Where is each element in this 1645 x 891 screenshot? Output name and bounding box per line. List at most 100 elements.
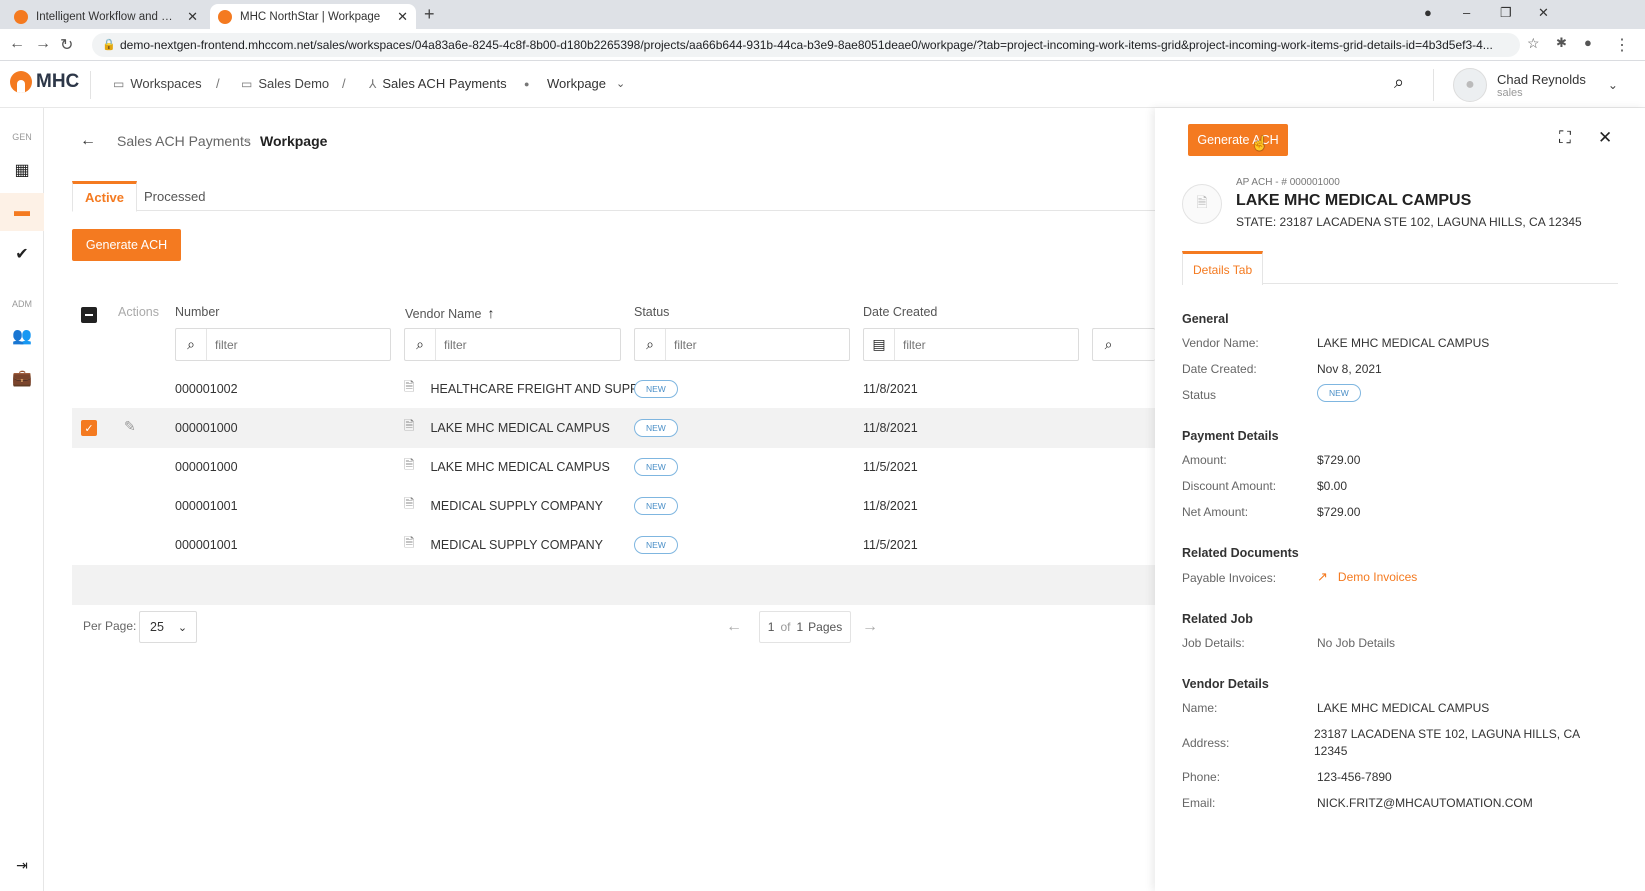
breadcrumb-label: Sales Demo: [258, 76, 330, 91]
date-filter-input[interactable]: [895, 337, 1045, 352]
date-created-value: Nov 8, 2021: [1317, 362, 1382, 376]
row-vendor: 🗎 LAKE MHC MEDICAL CAMPUS: [404, 408, 610, 448]
account-icon[interactable]: ●: [1584, 35, 1592, 50]
vendor-filter-input[interactable]: [436, 337, 586, 352]
forward-icon[interactable]: →: [35, 35, 51, 53]
status-badge: NEW: [634, 380, 678, 398]
divider: [90, 71, 91, 99]
close-icon[interactable]: ✕: [187, 9, 198, 25]
breadcrumb-label: Workspaces: [130, 76, 202, 91]
bookmark-star-icon[interactable]: ☆: [1527, 35, 1540, 52]
breadcrumb-separator: /: [216, 76, 220, 91]
reload-icon[interactable]: ↻: [60, 35, 73, 55]
number-filter: ⌕: [175, 328, 391, 361]
total-pages: 1: [796, 620, 804, 634]
back-icon[interactable]: ←: [9, 35, 25, 53]
table-row[interactable]: 000001001 🗎 MEDICAL SUPPLY COMPANY NEW 11…: [72, 486, 1155, 526]
rail-section-label: ADM: [12, 299, 32, 309]
back-arrow-icon[interactable]: ←: [80, 132, 96, 150]
pages-label: Pages: [808, 620, 843, 634]
phone-value: 123-456-7890: [1317, 770, 1392, 784]
edit-pencil-icon[interactable]: ✎: [124, 418, 136, 435]
table-row[interactable]: 000001000 🗎 LAKE MHC MEDICAL CAMPUS NEW 1…: [72, 447, 1155, 487]
browser-tab-title: Intelligent Workflow and Conten: [36, 10, 179, 23]
row-date: 11/8/2021: [863, 382, 918, 396]
select-all-checkbox[interactable]: [81, 307, 97, 323]
page-parent-link[interactable]: Sales ACH Payments: [117, 133, 251, 149]
main-content: ← Sales ACH Payments ● Workpage Active P…: [44, 108, 1155, 891]
table-row[interactable]: 000001002 🗎 HEALTHCARE FREIGHT AND SUPPLY…: [72, 369, 1155, 409]
status-filter-input[interactable]: [666, 337, 816, 352]
row-number: 000001001: [175, 499, 238, 513]
url-input[interactable]: 🔒 demo-nextgen-frontend.mhccom.net/sales…: [92, 33, 1520, 57]
title-separator-dot: ●: [245, 135, 251, 145]
breadcrumb-workpage-dropdown[interactable]: Workpage ⌄: [547, 76, 625, 91]
next-page-icon[interactable]: →: [862, 618, 878, 636]
generate-ach-button[interactable]: Generate ACH: [72, 229, 181, 261]
rail-section-label: GEN: [12, 132, 32, 142]
users-icon[interactable]: 👥: [0, 317, 44, 355]
table-row[interactable]: 000001001 🗎 MEDICAL SUPPLY COMPANY NEW 11…: [72, 525, 1155, 565]
row-vendor: 🗎 HEALTHCARE FREIGHT AND SUPPLY: [404, 369, 653, 409]
folder-icon[interactable]: ▬: [0, 193, 44, 231]
profile-indicator-icon[interactable]: ●: [1424, 5, 1432, 20]
panel-state-line: STATE: 23187 LACADENA STE 102, LAGUNA HI…: [1236, 215, 1582, 229]
vendor-name-value: LAKE MHC MEDICAL CAMPUS: [1317, 336, 1490, 350]
browser-tab[interactable]: Intelligent Workflow and Conten ✕: [6, 4, 206, 29]
window-close-icon[interactable]: ✕: [1538, 5, 1549, 21]
row-number: 000001000: [175, 421, 238, 435]
collapse-sidebar-icon[interactable]: ⇥: [0, 846, 44, 884]
breadcrumb-workspaces[interactable]: ▭ Workspaces: [113, 76, 202, 91]
column-header-vendor-name[interactable]: Vendor Name ↑: [405, 305, 494, 321]
status-badge: NEW: [634, 419, 678, 437]
row-checkbox-checked[interactable]: ✓: [81, 420, 97, 436]
table-row-selected[interactable]: ✓ ✎ 000001000 🗎 LAKE MHC MEDICAL CAMPUS N…: [72, 408, 1155, 448]
amount-label: Amount:: [1182, 453, 1227, 467]
section-vendor-details: Vendor Details: [1182, 677, 1269, 691]
prev-page-icon[interactable]: ←: [726, 618, 742, 636]
breadcrumb-project[interactable]: ⅄ Sales ACH Payments: [369, 76, 507, 91]
briefcase-icon[interactable]: 💼: [0, 359, 44, 397]
mhc-logo[interactable]: MHC: [10, 71, 79, 93]
payable-invoices-label: Payable Invoices:: [1182, 571, 1277, 585]
net-amount-label: Net Amount:: [1182, 505, 1249, 519]
expand-icon[interactable]: ⛶: [1559, 128, 1571, 148]
dashboard-icon[interactable]: ▦: [0, 151, 44, 189]
column-header-status[interactable]: Status: [634, 305, 669, 319]
status-badge: NEW: [1317, 384, 1361, 402]
panel-generate-ach-button[interactable]: Generate ACH: [1188, 124, 1288, 156]
status-badge: NEW: [634, 536, 678, 554]
tab-details[interactable]: Details Tab: [1182, 251, 1264, 285]
close-icon[interactable]: ✕: [397, 9, 408, 25]
per-page-select[interactable]: 25 ⌄: [139, 611, 197, 643]
user-menu[interactable]: ● Chad Reynolds sales ⌄: [1453, 68, 1618, 102]
check-circle-icon[interactable]: ✔: [0, 235, 44, 273]
address-line-1: 23187 LACADENA STE 102, LAGUNA HILLS, CA: [1314, 727, 1581, 741]
row-status: NEW: [634, 525, 678, 565]
status-filter: ⌕: [634, 328, 850, 361]
tab-processed[interactable]: Processed: [132, 181, 217, 212]
tab-active[interactable]: Active: [72, 181, 138, 212]
date-created-label: Date Created:: [1182, 362, 1257, 376]
chevron-down-icon: ⌄: [177, 621, 188, 634]
minimize-icon[interactable]: –: [1463, 5, 1470, 20]
close-icon[interactable]: ✕: [1598, 128, 1612, 148]
column-header-date-created[interactable]: Date Created: [863, 305, 937, 319]
search-icon[interactable]: ⌕: [1394, 72, 1404, 93]
number-filter-input[interactable]: [207, 337, 357, 352]
demo-invoices-link[interactable]: ↗ Demo Invoices: [1317, 569, 1417, 585]
browser-tab-active[interactable]: MHC NorthStar | Workpage ✕: [210, 4, 416, 29]
address-line-2: 12345: [1314, 744, 1348, 758]
document-icon: 🗎: [404, 379, 415, 394]
new-tab-icon[interactable]: +: [424, 4, 435, 25]
detail-panel: Generate ACH ☝ ⛶ ✕ 🗎 AP ACH - # 00000100…: [1155, 108, 1645, 891]
avatar: ●: [1453, 68, 1487, 102]
current-page[interactable]: 1: [768, 620, 775, 634]
restore-icon[interactable]: ❐: [1500, 5, 1512, 21]
row-vendor-name: LAKE MHC MEDICAL CAMPUS: [430, 421, 610, 435]
extensions-icon[interactable]: ✱: [1556, 35, 1567, 51]
email-value: NICK.FRITZ@MHCAUTOMATION.COM: [1317, 796, 1533, 810]
column-header-number[interactable]: Number: [175, 305, 219, 319]
menu-dots-icon[interactable]: ⋮: [1614, 35, 1630, 55]
breadcrumb-sales-demo[interactable]: ▭ Sales Demo: [241, 76, 329, 91]
